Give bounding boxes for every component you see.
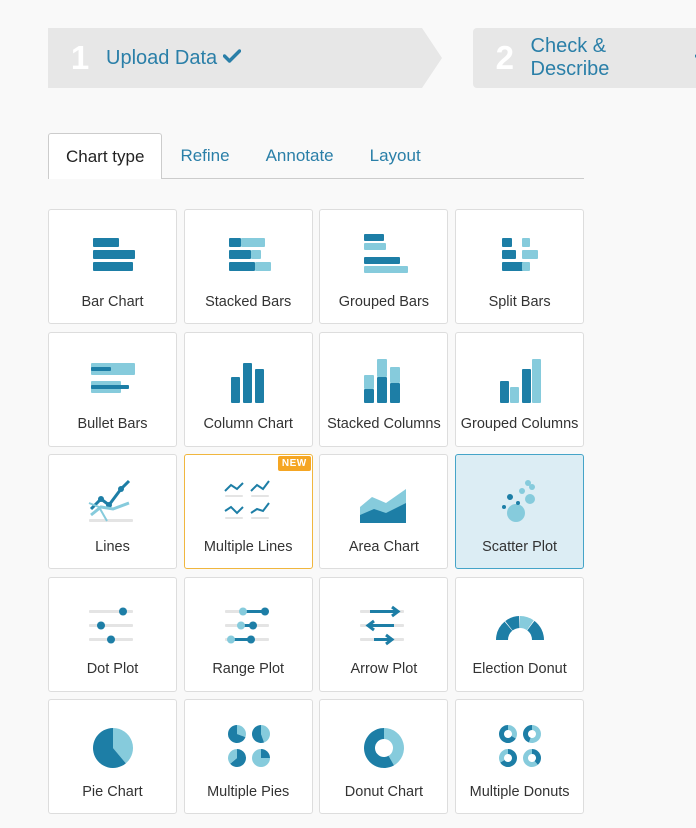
donut-chart-icon	[354, 722, 414, 770]
steps-nav: 1 Upload Data 2 Check & Describe	[48, 28, 696, 88]
stacked-bars-icon	[219, 232, 279, 280]
chart-type-label: Grouped Columns	[460, 416, 579, 432]
pie-chart-icon	[83, 722, 143, 770]
chart-type-label: Donut Chart	[344, 783, 423, 800]
chart-type-multiple-pies[interactable]: Multiple Pies	[183, 699, 313, 814]
column-chart-icon	[219, 355, 279, 403]
step-label: Upload Data	[106, 46, 218, 69]
chart-type-label: Scatter Plot	[482, 538, 558, 555]
tab-layout[interactable]: Layout	[352, 134, 439, 178]
stacked-columns-icon	[354, 355, 414, 403]
bullet-bars-icon	[83, 355, 143, 403]
area-chart-icon	[354, 477, 414, 525]
multiple-donuts-icon	[490, 722, 550, 770]
checkmark-icon	[222, 48, 242, 68]
chart-type-label: Bar Chart	[81, 293, 144, 310]
election-donut-icon	[490, 600, 550, 648]
chart-type-column-chart[interactable]: Column Chart	[183, 331, 313, 447]
arrow-plot-icon	[354, 600, 414, 648]
chart-type-label: Dot Plot	[86, 661, 139, 677]
tab-chart-type[interactable]: Chart type	[48, 133, 163, 179]
step-number: 2	[495, 39, 514, 76]
chart-type-label: Column Chart	[203, 416, 293, 432]
chart-type-dot-plot[interactable]: Dot Plot	[48, 576, 177, 692]
step-upload-data[interactable]: 1 Upload Data	[48, 28, 442, 88]
range-plot-icon	[219, 600, 279, 648]
chart-type-label: Arrow Plot	[350, 661, 418, 677]
chart-type-grouped-columns[interactable]: Grouped Columns	[455, 331, 585, 447]
chart-type-bullet-bars[interactable]: Bullet Bars	[48, 331, 177, 447]
bar-chart-icon	[83, 232, 143, 280]
chart-type-label: Stacked Bars	[205, 293, 292, 310]
split-bars-icon	[490, 232, 550, 280]
tab-refine[interactable]: Refine	[162, 134, 247, 178]
chart-type-label: Multiple Lines	[203, 538, 293, 555]
tab-bar: Chart type Refine Annotate Layout	[48, 133, 584, 179]
grouped-columns-icon	[490, 355, 550, 403]
multiple-lines-icon	[219, 477, 279, 525]
tab-annotate[interactable]: Annotate	[248, 134, 352, 178]
step-check-describe[interactable]: 2 Check & Describe	[473, 28, 696, 88]
chart-type-label: Multiple Pies	[207, 783, 290, 800]
chart-type-label: Range Plot	[212, 661, 285, 677]
chart-type-multiple-lines[interactable]: Multiple Lines NEW	[183, 454, 313, 569]
chart-type-label: Stacked Columns	[327, 416, 441, 432]
chart-type-area-chart[interactable]: Area Chart	[319, 454, 449, 569]
chart-type-multiple-donuts[interactable]: Multiple Donuts	[455, 699, 585, 814]
grouped-bars-icon	[354, 232, 414, 280]
chart-type-label: Bullet Bars	[77, 416, 148, 432]
chart-type-label: Area Chart	[348, 538, 419, 555]
chart-type-label: Election Donut	[472, 661, 567, 677]
chart-type-label: Pie Chart	[82, 783, 143, 800]
chart-type-label: Multiple Donuts	[469, 783, 570, 800]
chart-type-stacked-bars[interactable]: Stacked Bars	[183, 209, 313, 324]
step-number: 1	[70, 39, 90, 76]
chart-type-label: Split Bars	[488, 293, 551, 310]
chart-type-split-bars[interactable]: Split Bars	[455, 209, 585, 324]
scatter-plot-icon	[490, 477, 550, 525]
lines-icon	[83, 477, 143, 525]
chart-type-stacked-columns[interactable]: Stacked Columns	[319, 331, 449, 447]
chart-type-arrow-plot[interactable]: Arrow Plot	[319, 576, 449, 692]
dot-plot-icon	[83, 600, 143, 648]
new-badge: NEW	[277, 456, 311, 471]
chart-type-scatter-plot[interactable]: Scatter Plot	[455, 454, 585, 569]
chart-type-pie-chart[interactable]: Pie Chart	[48, 699, 177, 814]
step-label: Check & Describe	[530, 35, 610, 80]
chart-type-election-donut[interactable]: Election Donut	[455, 576, 585, 692]
chart-type-label: Grouped Bars	[338, 293, 430, 310]
chart-type-bar-chart[interactable]: Bar Chart	[48, 209, 177, 324]
chart-type-range-plot[interactable]: Range Plot	[183, 576, 313, 692]
chart-type-label: Lines	[95, 538, 130, 555]
chart-type-lines[interactable]: Lines	[48, 454, 177, 569]
multiple-pies-icon	[219, 722, 279, 770]
chart-type-grouped-bars[interactable]: Grouped Bars	[319, 209, 449, 324]
chart-type-donut-chart[interactable]: Donut Chart	[319, 699, 449, 814]
